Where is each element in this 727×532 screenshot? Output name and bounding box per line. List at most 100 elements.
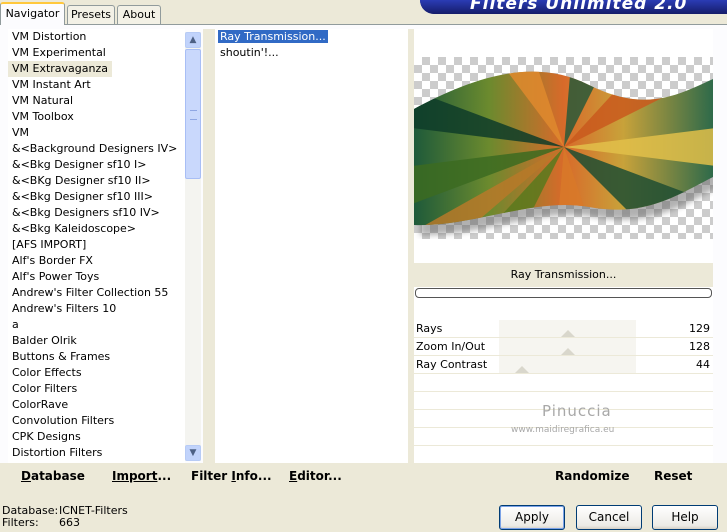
tab-presets[interactable]: Presets (67, 5, 115, 24)
filter-list-item[interactable]: ColorRave (8, 397, 185, 413)
filter-item-label: Distortion Filters (12, 446, 103, 459)
effect-list-item[interactable]: shoutin'!... (215, 45, 408, 61)
effect-list[interactable]: Ray Transmission... shoutin'!... (215, 29, 408, 463)
filter-list-item[interactable]: VM (8, 125, 185, 141)
randomize-link[interactable]: Randomize (555, 469, 629, 483)
effect-settings-panel: Ray Transmission... Rays 129 Zoom In/Out 12… (414, 29, 713, 464)
effect-name-bar: Ray Transmission... (414, 263, 713, 287)
param-row[interactable]: Rays 129 (414, 320, 713, 338)
filter-item-label: [AFS IMPORT] (12, 238, 87, 251)
filter-item-label: Andrew's Filters 10 (12, 302, 117, 315)
watermark-url: www.maidiregrafica.eu (511, 425, 615, 435)
param-row-empty (414, 446, 713, 464)
help-button[interactable]: Help (652, 505, 718, 530)
reset-link[interactable]: Reset (654, 469, 692, 483)
filter-item-label: a (12, 318, 19, 331)
filter-item-label: Andrew's Filter Collection 55 (12, 286, 169, 299)
param-slider-thumb[interactable] (561, 330, 576, 337)
filter-list-item[interactable]: Buttons & Frames (8, 349, 185, 365)
filter-list-item[interactable]: Alf's Border FX (8, 253, 185, 269)
param-slider-thumb[interactable] (560, 348, 575, 355)
preview-artwork (414, 71, 713, 236)
filter-list-item[interactable]: VM Extravaganza (8, 61, 185, 77)
effect-item-label: Ray Transmission... (218, 30, 328, 43)
apply-button[interactable]: Apply (499, 505, 565, 530)
filter-list-item[interactable]: Balder Olrik (8, 333, 185, 349)
param-slider-track[interactable] (499, 320, 636, 337)
watermark-name: Pinuccia (542, 402, 612, 420)
filter-item-label: Alf's Power Toys (12, 270, 100, 283)
filter-list-item[interactable]: Color Filters (8, 381, 185, 397)
editor-accesskey: E (289, 469, 298, 483)
filter-list-item[interactable]: VM Experimental (8, 45, 185, 61)
filter-info-suffix: nfo... (235, 469, 272, 483)
param-value[interactable]: 44 (696, 358, 710, 371)
param-slider-thumb[interactable] (515, 366, 530, 373)
filter-item-label: CPK Designs (12, 430, 81, 443)
filter-list-item[interactable]: Convolution Filters (8, 413, 185, 429)
filter-item-label: VM Instant Art (12, 78, 91, 91)
effect-item-label: shoutin'!... (220, 46, 279, 59)
footer-info: Database:ICNET-Filters Filters: 663 (2, 505, 128, 529)
database-accesskey: D (21, 469, 31, 483)
filter-list-item[interactable]: Color Effects (8, 365, 185, 381)
scroll-up-button[interactable]: ▲ (185, 32, 201, 48)
filters-count-label: Filters: (2, 516, 39, 529)
filter-item-label: VM (12, 126, 30, 139)
parameter-list: Rays 129 Zoom In/Out 128 Ray Contrast 44 (414, 320, 713, 464)
filter-item-label: ColorRave (12, 398, 69, 411)
param-label: Ray Contrast (416, 358, 488, 371)
param-slider-track[interactable] (499, 338, 636, 355)
param-value[interactable]: 129 (689, 322, 710, 335)
filter-item-label: VM Extravaganza (8, 61, 113, 77)
filter-list-item[interactable]: VM Distortion (8, 29, 185, 45)
filter-item-label: VM Toolbox (12, 110, 74, 123)
filter-list-item[interactable]: &<Bkg Designer sf10 III> (8, 189, 185, 205)
editor-link[interactable]: Editor... (289, 469, 342, 483)
tab-strip: Navigator Presets About (0, 0, 420, 25)
database-label: atabase (30, 469, 85, 483)
effect-list-item[interactable]: Ray Transmission... (215, 29, 408, 45)
filter-list-item[interactable]: VM Instant Art (8, 77, 185, 93)
filter-category-list[interactable]: VM Distortion VM Experimental VM Extravaga… (8, 29, 185, 463)
filter-item-label: &<Bkg Designers sf10 IV> (12, 206, 160, 219)
filter-list-item[interactable]: Andrew's Filters 10 (8, 301, 185, 317)
scroll-thumb[interactable] (185, 49, 201, 179)
filter-item-label: &<Bkg Designer sf10 I> (12, 158, 147, 171)
filter-list-scrollbar[interactable]: ▲ ▼ (185, 32, 201, 461)
filter-list-item[interactable]: VM Natural (8, 93, 185, 109)
param-value[interactable]: 128 (689, 340, 710, 353)
filter-info-prefix: Filter (191, 469, 232, 483)
app-title: Filters Unlimited 2.0 (470, 0, 688, 14)
scroll-down-button[interactable]: ▼ (185, 445, 201, 461)
filter-list-item[interactable]: a (8, 317, 185, 333)
filter-list-item[interactable]: VM Toolbox (8, 109, 185, 125)
filter-item-label: &<Bkg Designer sf10 III> (12, 190, 154, 203)
tab-navigator[interactable]: Navigator (0, 2, 65, 25)
param-row[interactable]: Ray Contrast 44 (414, 356, 713, 374)
param-slider-track[interactable] (499, 356, 636, 373)
filter-list-item[interactable]: Distortion Filters (8, 445, 185, 461)
tab-about[interactable]: About (117, 5, 161, 24)
filter-info-link[interactable]: Filter Info... (191, 469, 272, 483)
filter-item-label: VM Natural (12, 94, 74, 107)
main-panel: VM Distortion VM Experimental VM Extravaga… (0, 24, 727, 490)
filter-list-item[interactable]: [AFS IMPORT] (8, 237, 185, 253)
filter-list-item[interactable]: CPK Designs (8, 429, 185, 445)
param-label: Rays (416, 322, 443, 335)
filter-list-item[interactable]: &<Bkg Kaleidoscope> (8, 221, 185, 237)
import-link[interactable]: Import... (112, 469, 171, 483)
filter-list-item[interactable]: &<BKg Designer sf10 II> (8, 173, 185, 189)
filter-list-item[interactable]: &<Bkg Designer sf10 I> (8, 157, 185, 173)
editor-label: ditor... (297, 469, 342, 483)
cancel-button[interactable]: Cancel (576, 505, 642, 530)
filter-item-label: &<Bkg Kaleidoscope> (12, 222, 137, 235)
filter-list-item[interactable]: &<Background Designers IV> (8, 141, 185, 157)
param-row[interactable]: Zoom In/Out 128 (414, 338, 713, 356)
filter-list-item[interactable]: &<Bkg Designers sf10 IV> (8, 205, 185, 221)
filter-list-item[interactable]: Alf's Power Toys (8, 269, 185, 285)
filter-item-label: &<BKg Designer sf10 II> (12, 174, 151, 187)
filter-item-label: &<Background Designers IV> (12, 142, 178, 155)
database-link[interactable]: Database (21, 469, 85, 483)
filter-list-item[interactable]: Andrew's Filter Collection 55 (8, 285, 185, 301)
